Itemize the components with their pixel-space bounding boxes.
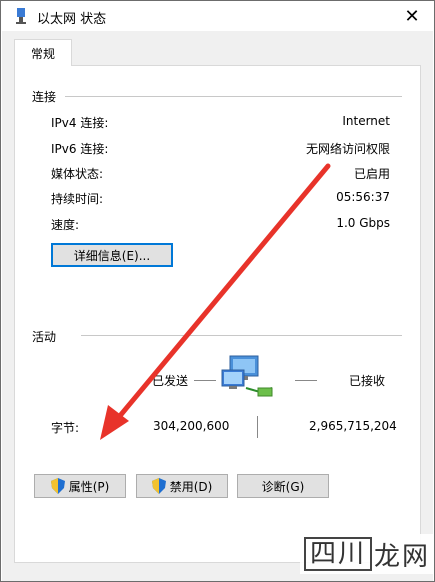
duration-label: 持续时间: (51, 192, 104, 206)
status-window: 以太网 状态 ✕ 常规 连接 IPv4 连接: Internet IPv6 连接… (0, 0, 435, 582)
details-button[interactable]: 详细信息(E)... (51, 243, 173, 267)
speed-label: 速度: (51, 218, 80, 232)
tab-general[interactable]: 常规 (14, 39, 72, 66)
ipv4-label: IPv4 连接: (51, 116, 109, 130)
bytes-received-value: 2,965,715,204 (309, 419, 397, 433)
watermark-text: 龙网 (374, 541, 431, 572)
ipv4-value: Internet (342, 114, 390, 128)
ipv6-value: 无网络访问权限 (305, 142, 390, 156)
disable-label: 禁用(D) (169, 479, 213, 494)
title-bar[interactable]: 以太网 状态 ✕ (1, 1, 434, 31)
activity-divider (81, 335, 402, 336)
speed-value: 1.0 Gbps (336, 216, 390, 230)
window-title: 以太网 状态 (37, 12, 107, 27)
sent-dash (194, 380, 216, 381)
media-state-value: 已启用 (353, 167, 390, 181)
bytes-label: 字节: (51, 421, 80, 435)
received-label: 已接收 (349, 374, 386, 388)
media-state-label: 媒体状态: (51, 167, 104, 181)
close-button[interactable]: ✕ (390, 1, 434, 31)
close-icon: ✕ (404, 5, 420, 27)
tab-panel-general: 连接 IPv4 连接: Internet IPv6 连接: 无网络访问权限 媒体… (14, 65, 421, 563)
ipv6-label: IPv6 连接: (51, 142, 109, 156)
activity-section-title: 活动 (32, 330, 57, 344)
network-adapter-icon (16, 8, 26, 24)
network-computers-icon (221, 355, 273, 397)
sent-label: 已发送 (152, 374, 189, 388)
bytes-separator (257, 416, 258, 438)
properties-label: 属性(P) (68, 479, 110, 494)
watermark-box-text: 四川 (303, 537, 372, 571)
diagnose-button[interactable]: 诊断(G) (237, 474, 329, 498)
properties-button[interactable]: 属性(P) (34, 474, 126, 498)
connection-divider (65, 96, 402, 97)
duration-value: 05:56:37 (336, 190, 390, 204)
uac-shield-icon (151, 478, 166, 494)
dialog-body: 常规 连接 IPv4 连接: Internet IPv6 连接: 无网络访问权限… (2, 31, 433, 581)
received-dash (295, 380, 317, 381)
site-watermark: 四川 龙网 (300, 534, 434, 574)
connection-section-title: 连接 (32, 90, 57, 104)
uac-shield-icon (50, 478, 65, 494)
disable-button[interactable]: 禁用(D) (136, 474, 228, 498)
bytes-sent-value: 304,200,600 (153, 419, 230, 433)
